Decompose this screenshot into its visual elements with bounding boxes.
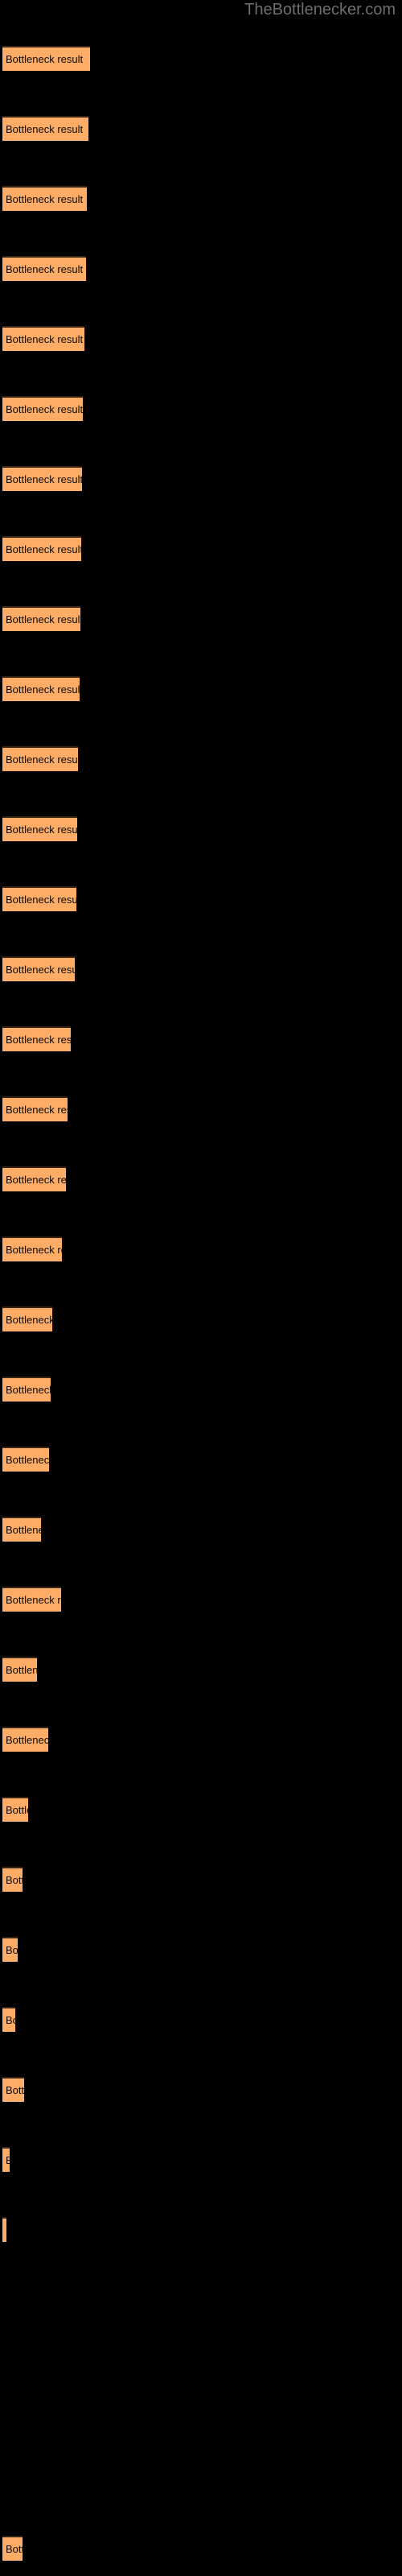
bar-label-clip: Bottleneck result — [2, 1307, 52, 1331]
bar-row: Bottleneck result — [2, 1377, 51, 1402]
bar-label: Bottleneck result — [6, 1454, 49, 1466]
bar-label-clip: Bottleneck result — [2, 1727, 48, 1752]
bar-label: Bottleneck result — [6, 2543, 23, 2555]
bar-row: Bottleneck result — [2, 116, 88, 141]
bar-label: Bottleneck result — [6, 1594, 61, 1606]
bar-chart-plot-area: Bottleneck result Bottleneck result Bottle… — [0, 0, 402, 2576]
bar-label-clip: Bottleneck result — [2, 1937, 18, 1962]
bar-label-clip: Bottleneck result — [2, 1236, 62, 1261]
bar-row: Bottleneck result — [2, 746, 78, 771]
bar-label: Bottleneck result — [6, 1944, 18, 1956]
bar-label: Bottleneck result — [6, 53, 84, 65]
bar-row: Bottleneck result — [2, 396, 83, 421]
bar-label-clip: Bottleneck result — [2, 186, 87, 211]
bar-label: Bottleneck result — [6, 1874, 23, 1886]
bar-row: Bottleneck result — [2, 1937, 18, 1962]
bar-label: Bottleneck result — [6, 193, 84, 205]
bar-row: Bottleneck result — [2, 2536, 23, 2561]
bar-label: Bottleneck result — [6, 1104, 68, 1116]
bar-label: Bottleneck result — [6, 964, 75, 976]
bar-label-clip: Bottleneck result — [2, 1867, 23, 1892]
bar-row: Bottleneck result — [2, 886, 76, 911]
bar-label: Bottleneck result — [6, 1034, 71, 1046]
bar-label-clip: Bottleneck result — [2, 2077, 24, 2102]
bar-label: Bottleneck result — [6, 2014, 15, 2026]
bar-label-clip: Bottleneck result — [2, 746, 78, 771]
bar-label-clip: Bottleneck result — [2, 606, 80, 631]
bar-label-clip: Bottleneck result — [2, 256, 86, 281]
bar-row: Bottleneck result — [2, 1447, 49, 1472]
bar-label: Bottleneck result — [6, 473, 82, 485]
bar-label: Bottleneck result — [6, 753, 78, 766]
bar-label-clip: Bottleneck result — [2, 2536, 23, 2561]
bar-row: Bottleneck result — [2, 256, 86, 281]
bar-row: Bottleneck result — [2, 676, 80, 701]
bar-row: Bottleneck result — [2, 1727, 48, 1752]
bar-row: Bottleneck result — [2, 536, 81, 561]
bar-label-clip: Bottleneck result — [2, 1797, 28, 1822]
bar-label: Bottleneck result — [6, 2154, 10, 2166]
bar-label-clip: Bottleneck result — [2, 1096, 68, 1121]
bar-label: Bottleneck result — [6, 1244, 62, 1256]
bar-label-clip: Bottleneck result — [2, 886, 76, 911]
bar-label-clip: Bottleneck result — [2, 1587, 61, 1612]
bar-row: Bottleneck result — [2, 326, 84, 351]
bar-label: Bottleneck result — [6, 2084, 24, 2096]
bar-row: Bottleneck result — [2, 1236, 62, 1261]
bar-label-clip: Bottleneck result — [2, 1657, 37, 1682]
bar-label: Bottleneck result — [6, 1734, 48, 1746]
bar-label-clip: Bottleneck result — [2, 326, 84, 351]
bar-label: Bottleneck result — [6, 403, 83, 415]
bar-label-clip: Bottleneck result — [2, 1517, 41, 1542]
bar-row: Bottleneck result — [2, 1797, 28, 1822]
bar-label: Bottleneck result — [6, 1384, 51, 1396]
bar-label: Bottleneck result — [6, 894, 76, 906]
bar-row: Bottleneck result — [2, 1517, 41, 1542]
bar-label-clip: Bottleneck result — [2, 46, 90, 71]
bar-label: Bottleneck result — [6, 1804, 28, 1816]
bar-row: Bottleneck result — [2, 2217, 6, 2242]
bar-row: Bottleneck result — [2, 2147, 10, 2172]
bar-label-clip: Bottleneck result — [2, 1447, 49, 1472]
bar-row: Bottleneck result — [2, 1307, 52, 1331]
bar-row: Bottleneck result — [2, 1026, 71, 1051]
bar-row: Bottleneck result — [2, 466, 82, 491]
bar-label: Bottleneck result — [6, 333, 84, 345]
bar-row: Bottleneck result — [2, 2077, 24, 2102]
bar-label: Bottleneck result — [6, 1524, 41, 1536]
bar-label: Bottleneck result — [6, 613, 80, 625]
bar-label: Bottleneck result — [6, 543, 81, 555]
bar-label-clip: Bottleneck result — [2, 1166, 66, 1191]
bar-label-clip: Bottleneck result — [2, 2147, 10, 2172]
bar-label-clip: Bottleneck result — [2, 676, 80, 701]
bar-label: Bottleneck result — [6, 263, 84, 275]
bar-label-clip: Bottleneck result — [2, 1026, 71, 1051]
bar-label: Bottleneck result — [6, 123, 84, 135]
bar-row: Bottleneck result — [2, 816, 77, 841]
bar-label: Bottleneck result — [6, 1314, 52, 1326]
bar-row: Bottleneck result — [2, 1166, 66, 1191]
bar-label-clip: Bottleneck result — [2, 1377, 51, 1402]
bar-row: Bottleneck result — [2, 1096, 68, 1121]
bar-row: Bottleneck result — [2, 186, 87, 211]
bar-label: Bottleneck result — [6, 683, 80, 696]
bar-row: Bottleneck result — [2, 2007, 15, 2032]
bar-label-clip: Bottleneck result — [2, 2007, 15, 2032]
bar-row: Bottleneck result — [2, 1657, 37, 1682]
bar-label-clip: Bottleneck result — [2, 466, 82, 491]
bar-row: Bottleneck result — [2, 1587, 61, 1612]
bar-label-clip: Bottleneck result — [2, 816, 77, 841]
bar-row: Bottleneck result — [2, 606, 80, 631]
bar-label: Bottleneck result — [6, 824, 77, 836]
bar-row: Bottleneck result — [2, 1867, 23, 1892]
bar-row: Bottleneck result — [2, 956, 75, 981]
bar-label: Bottleneck result — [6, 1174, 66, 1186]
bar-label-clip: Bottleneck result — [2, 536, 81, 561]
bar-label-clip: Bottleneck result — [2, 396, 83, 421]
bar-label-clip: Bottleneck result — [2, 116, 88, 141]
bar-label-clip: Bottleneck result — [2, 2217, 6, 2242]
bar-label-clip: Bottleneck result — [2, 956, 75, 981]
bar-label: Bottleneck result — [6, 1664, 37, 1676]
bar-row: Bottleneck result — [2, 46, 90, 71]
